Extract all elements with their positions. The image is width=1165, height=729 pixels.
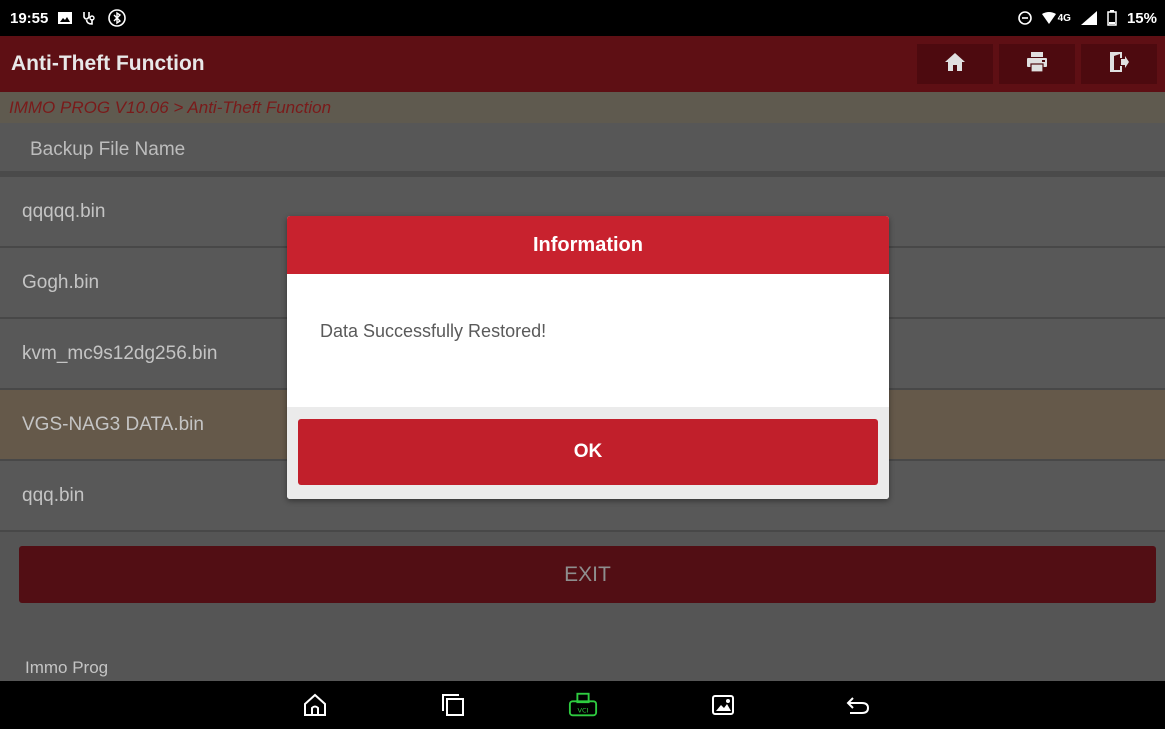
battery-level: 15% <box>1126 9 1157 27</box>
list-item-label: kvm_mc9s12dg256.bin <box>22 342 218 364</box>
screenshot-icon[interactable] <box>708 691 738 719</box>
breadcrumb: IMMO PROG V10.06 > Anti-Theft Function <box>0 92 1165 123</box>
exit-button[interactable]: EXIT <box>19 546 1156 603</box>
signal-icon <box>1080 11 1097 25</box>
svg-text:VCI: VCI <box>578 707 589 715</box>
print-button[interactable] <box>999 44 1075 84</box>
recent-apps-icon[interactable] <box>438 691 468 719</box>
status-right: 4G 15% <box>1017 9 1157 27</box>
status-bar: 19:55 4G 15% <box>0 0 1165 36</box>
vci-icon[interactable]: VCI <box>568 691 598 719</box>
exit-door-icon <box>1108 51 1130 78</box>
list-header: Backup File Name <box>0 123 1165 177</box>
battery-icon <box>1107 10 1117 26</box>
back-icon[interactable] <box>843 691 873 719</box>
list-item-label: VGS-NAG3 DATA.bin <box>22 413 204 435</box>
footer-label: Immo Prog <box>25 658 109 677</box>
exit-app-button[interactable] <box>1081 44 1157 84</box>
exit-button-wrap: EXIT <box>19 546 1156 603</box>
title-bar: Anti-Theft Function <box>0 36 1165 92</box>
list-item-label: qqq.bin <box>22 484 85 506</box>
information-dialog: Information Data Successfully Restored! … <box>287 216 889 499</box>
stethoscope-icon <box>82 11 98 25</box>
network-type: 4G <box>1057 12 1071 24</box>
home-nav-icon[interactable] <box>300 691 330 719</box>
navigation-bar: VCI <box>0 681 1165 729</box>
status-left: 19:55 <box>10 9 127 27</box>
dialog-message: Data Successfully Restored! <box>287 274 889 407</box>
image-notification-icon <box>58 12 73 24</box>
list-item-label: Gogh.bin <box>22 271 100 293</box>
home-button[interactable] <box>917 44 993 84</box>
home-icon <box>944 51 966 78</box>
do-not-disturb-icon <box>1017 11 1032 25</box>
list-item-label: qqqqq.bin <box>22 200 106 222</box>
dialog-title: Information <box>287 216 889 274</box>
wifi-icon <box>1041 12 1056 24</box>
bluetooth-icon <box>108 9 127 27</box>
ok-button[interactable]: OK <box>298 419 878 485</box>
status-time: 19:55 <box>10 9 49 27</box>
printer-icon <box>1026 51 1048 78</box>
dialog-footer: OK <box>287 407 889 499</box>
page-title: Anti-Theft Function <box>11 52 205 75</box>
